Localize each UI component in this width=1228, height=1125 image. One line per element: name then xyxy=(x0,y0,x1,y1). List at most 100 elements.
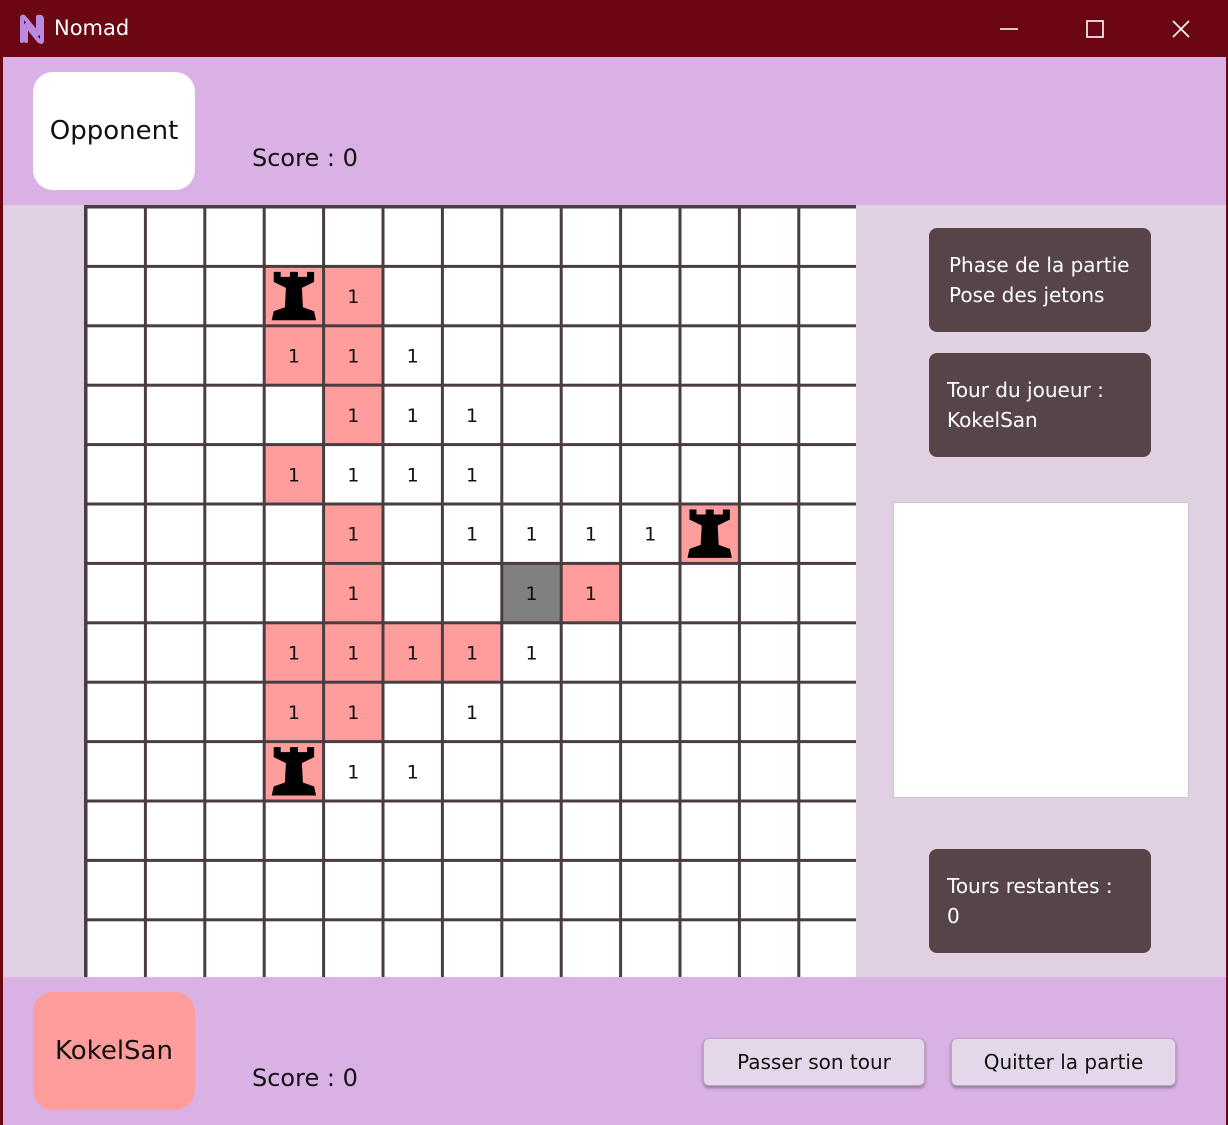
board-cell[interactable] xyxy=(740,386,798,444)
board-cell[interactable] xyxy=(265,921,323,978)
board-cell[interactable] xyxy=(800,505,856,562)
board-cell[interactable] xyxy=(740,743,798,800)
board-cell[interactable] xyxy=(562,386,620,444)
board-cell[interactable] xyxy=(265,861,323,919)
board-cell[interactable] xyxy=(503,861,560,919)
board-cell[interactable] xyxy=(681,267,738,325)
board-cell[interactable] xyxy=(87,208,144,265)
board-cell[interactable] xyxy=(87,921,144,978)
board-cell[interactable] xyxy=(622,624,679,681)
pass-turn-button[interactable]: Passer son tour xyxy=(703,1038,925,1086)
board-cell[interactable] xyxy=(622,446,679,503)
board-cell[interactable] xyxy=(146,743,204,800)
board-cell[interactable] xyxy=(443,327,501,384)
board-cell[interactable] xyxy=(206,386,263,444)
board-cell[interactable] xyxy=(265,743,323,800)
board-cell[interactable] xyxy=(681,386,738,444)
board-cell[interactable] xyxy=(562,743,620,800)
board-cell[interactable] xyxy=(740,446,798,503)
board-cell[interactable] xyxy=(206,921,263,978)
board-cell[interactable] xyxy=(87,683,144,741)
board-cell[interactable]: 1 xyxy=(384,386,441,444)
board-cell[interactable] xyxy=(562,327,620,384)
board-cell[interactable] xyxy=(681,802,738,859)
board-cell[interactable] xyxy=(503,267,560,325)
board-cell[interactable] xyxy=(384,802,441,859)
board-cell[interactable]: 1 xyxy=(265,683,323,741)
board-cell[interactable] xyxy=(740,208,798,265)
board-cell[interactable]: 1 xyxy=(325,624,382,681)
game-board[interactable]: 1 1 1 1 1 1 1 1 1 1 1 1 1 1 1 1 1 1 1 1 1 1 1 1 1 1 1 1 1 xyxy=(84,205,856,978)
board-cell[interactable] xyxy=(325,802,382,859)
board-cell[interactable]: 1 xyxy=(325,267,382,325)
board-cell[interactable] xyxy=(800,624,856,681)
board-cell[interactable] xyxy=(503,386,560,444)
board-cell[interactable]: 1 xyxy=(384,743,441,800)
board-cell[interactable] xyxy=(503,446,560,503)
board-cell[interactable] xyxy=(503,921,560,978)
board-cell[interactable] xyxy=(681,861,738,919)
board-cell[interactable] xyxy=(265,386,323,444)
board-cell[interactable] xyxy=(681,743,738,800)
board-cell[interactable] xyxy=(443,921,501,978)
board-cell[interactable] xyxy=(622,386,679,444)
board-cell[interactable] xyxy=(325,861,382,919)
board-cell[interactable] xyxy=(146,386,204,444)
board-cell[interactable] xyxy=(146,861,204,919)
board-cell[interactable] xyxy=(325,921,382,978)
board-cell[interactable] xyxy=(87,446,144,503)
board-cell[interactable] xyxy=(325,208,382,265)
board-cell[interactable] xyxy=(443,564,501,622)
board-cell[interactable] xyxy=(800,208,856,265)
close-button[interactable] xyxy=(1146,0,1216,57)
board-grid[interactable]: 1 1 1 1 1 1 1 1 1 1 1 1 1 1 1 1 1 1 1 1 1 1 1 1 1 1 1 1 1 xyxy=(84,205,856,978)
board-cell[interactable] xyxy=(622,208,679,265)
board-cell[interactable] xyxy=(87,386,144,444)
board-cell[interactable] xyxy=(562,921,620,978)
board-cell[interactable]: 1 xyxy=(384,624,441,681)
board-cell[interactable] xyxy=(87,505,144,562)
board-cell[interactable] xyxy=(503,802,560,859)
board-cell[interactable]: 1 xyxy=(443,505,501,562)
board-cell[interactable]: 1 xyxy=(503,564,560,622)
board-cell[interactable] xyxy=(384,861,441,919)
board-cell[interactable] xyxy=(681,327,738,384)
board-cell[interactable] xyxy=(146,267,204,325)
board-cell[interactable] xyxy=(87,564,144,622)
board-cell[interactable] xyxy=(622,802,679,859)
board-cell[interactable] xyxy=(622,267,679,325)
board-cell[interactable] xyxy=(384,921,441,978)
board-cell[interactable]: 1 xyxy=(622,505,679,562)
board-cell[interactable] xyxy=(622,921,679,978)
board-cell[interactable] xyxy=(740,683,798,741)
board-cell[interactable]: 1 xyxy=(443,683,501,741)
board-cell[interactable]: 1 xyxy=(325,683,382,741)
board-cell[interactable] xyxy=(562,624,620,681)
board-cell[interactable] xyxy=(384,564,441,622)
board-cell[interactable] xyxy=(265,208,323,265)
board-cell[interactable] xyxy=(384,267,441,325)
board-cell[interactable] xyxy=(87,327,144,384)
board-cell[interactable] xyxy=(443,743,501,800)
board-cell[interactable] xyxy=(206,208,263,265)
board-cell[interactable] xyxy=(800,861,856,919)
board-cell[interactable] xyxy=(146,921,204,978)
board-cell[interactable]: 1 xyxy=(562,564,620,622)
board-cell[interactable] xyxy=(206,327,263,384)
board-cell[interactable] xyxy=(384,208,441,265)
board-cell[interactable] xyxy=(800,743,856,800)
board-cell[interactable] xyxy=(384,505,441,562)
board-cell[interactable] xyxy=(740,624,798,681)
board-cell[interactable] xyxy=(87,267,144,325)
board-cell[interactable] xyxy=(800,386,856,444)
board-cell[interactable] xyxy=(681,505,738,562)
board-cell[interactable] xyxy=(146,327,204,384)
board-cell[interactable]: 1 xyxy=(265,327,323,384)
board-cell[interactable] xyxy=(206,683,263,741)
board-cell[interactable] xyxy=(443,861,501,919)
board-cell[interactable]: 1 xyxy=(503,624,560,681)
board-cell[interactable] xyxy=(265,505,323,562)
board-cell[interactable] xyxy=(503,327,560,384)
board-cell[interactable]: 1 xyxy=(325,327,382,384)
board-cell[interactable] xyxy=(681,624,738,681)
